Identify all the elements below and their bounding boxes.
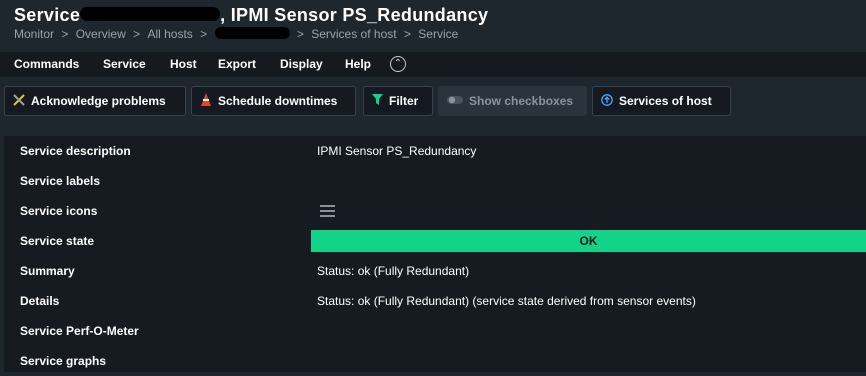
services-of-host-button[interactable]: Services of host <box>592 86 731 116</box>
row-label-summary: Summary <box>20 264 75 278</box>
redacted-hostname <box>80 7 221 22</box>
table-row: Service labels <box>4 166 866 196</box>
schedule-downtimes-label: Schedule downtimes <box>218 94 338 108</box>
redacted-host-link <box>214 26 290 39</box>
menu-export[interactable]: Export <box>218 57 256 71</box>
service-details-table: Service description IPMI Sensor PS_Redun… <box>4 136 866 372</box>
breadcrumb-separator: > <box>403 26 411 41</box>
breadcrumb-separator: > <box>296 26 304 41</box>
filter-icon <box>372 94 383 108</box>
menu-display[interactable]: Display <box>280 57 323 71</box>
hamburger-menu-icon[interactable] <box>320 205 335 220</box>
table-row: Summary Status: ok (Fully Redundant) <box>4 256 866 286</box>
schedule-downtimes-button[interactable]: Schedule downtimes <box>191 86 356 116</box>
page-title: Service , IPMI Sensor PS_Redundancy <box>14 5 488 26</box>
service-state-badge: OK <box>311 230 866 252</box>
filter-button[interactable]: Filter <box>363 86 433 116</box>
breadcrumb-separator: > <box>61 26 69 41</box>
breadcrumb-monitor[interactable]: Monitor <box>14 27 54 41</box>
row-label-service-labels: Service labels <box>20 174 101 188</box>
breadcrumb-service: Service <box>418 26 459 41</box>
show-checkboxes-button[interactable]: Show checkboxes <box>438 86 587 116</box>
menu-help[interactable]: Help <box>345 57 371 71</box>
breadcrumb-separator: > <box>200 26 208 41</box>
acknowledge-problems-button[interactable]: Acknowledge problems <box>4 86 186 116</box>
breadcrumb-overview[interactable]: Overview <box>76 27 126 41</box>
toggle-switch-icon <box>447 94 463 108</box>
row-label-details: Details <box>20 294 60 308</box>
table-row: Service Perf-O-Meter <box>4 316 866 346</box>
wrench-icon <box>13 93 25 109</box>
table-row: Service description IPMI Sensor PS_Redun… <box>4 136 866 166</box>
row-label-service-state: Service state <box>20 234 95 248</box>
breadcrumb-services-of-host[interactable]: Services of host <box>311 27 396 41</box>
chevron-up-circle-icon[interactable]: ⌃ <box>390 56 406 72</box>
acknowledge-problems-label: Acknowledge problems <box>31 94 166 108</box>
services-of-host-label: Services of host <box>619 94 712 108</box>
table-row: Service state OK <box>4 226 866 256</box>
traffic-cone-icon <box>200 92 212 110</box>
row-value-service-description: IPMI Sensor PS_Redundancy <box>317 144 477 158</box>
breadcrumb: Monitor > Overview > All hosts > > Servi… <box>14 26 458 41</box>
breadcrumb-all-hosts[interactable]: All hosts <box>147 27 192 41</box>
page-title-suffix: , IPMI Sensor PS_Redundancy <box>220 5 489 25</box>
page-header: Service, IPMI Sensor PS_Redundancy Monit… <box>0 0 866 52</box>
menu-host[interactable]: Host <box>170 57 197 71</box>
menu-service[interactable]: Service <box>103 57 146 71</box>
row-value-details: Status: ok (Fully Redundant) (service st… <box>317 294 696 308</box>
row-value-summary: Status: ok (Fully Redundant) <box>317 264 470 278</box>
filter-label: Filter <box>389 94 419 108</box>
table-row: Service icons <box>4 196 866 226</box>
arrow-up-circle-icon <box>601 93 613 109</box>
row-label-service-graphs: Service graphs <box>20 354 107 368</box>
page-title-prefix: Service <box>14 5 81 25</box>
row-label-service-icons: Service icons <box>20 204 98 218</box>
menu-commands[interactable]: Commands <box>14 57 79 71</box>
table-row: Details Status: ok (Fully Redundant) (se… <box>4 286 866 316</box>
breadcrumb-separator: > <box>133 26 141 41</box>
action-toolbar: Acknowledge problems Schedule downtimes … <box>0 86 866 118</box>
row-label-service-description: Service description <box>20 144 131 158</box>
show-checkboxes-label: Show checkboxes <box>469 94 574 108</box>
row-label-service-perf-o-meter: Service Perf-O-Meter <box>20 324 139 338</box>
